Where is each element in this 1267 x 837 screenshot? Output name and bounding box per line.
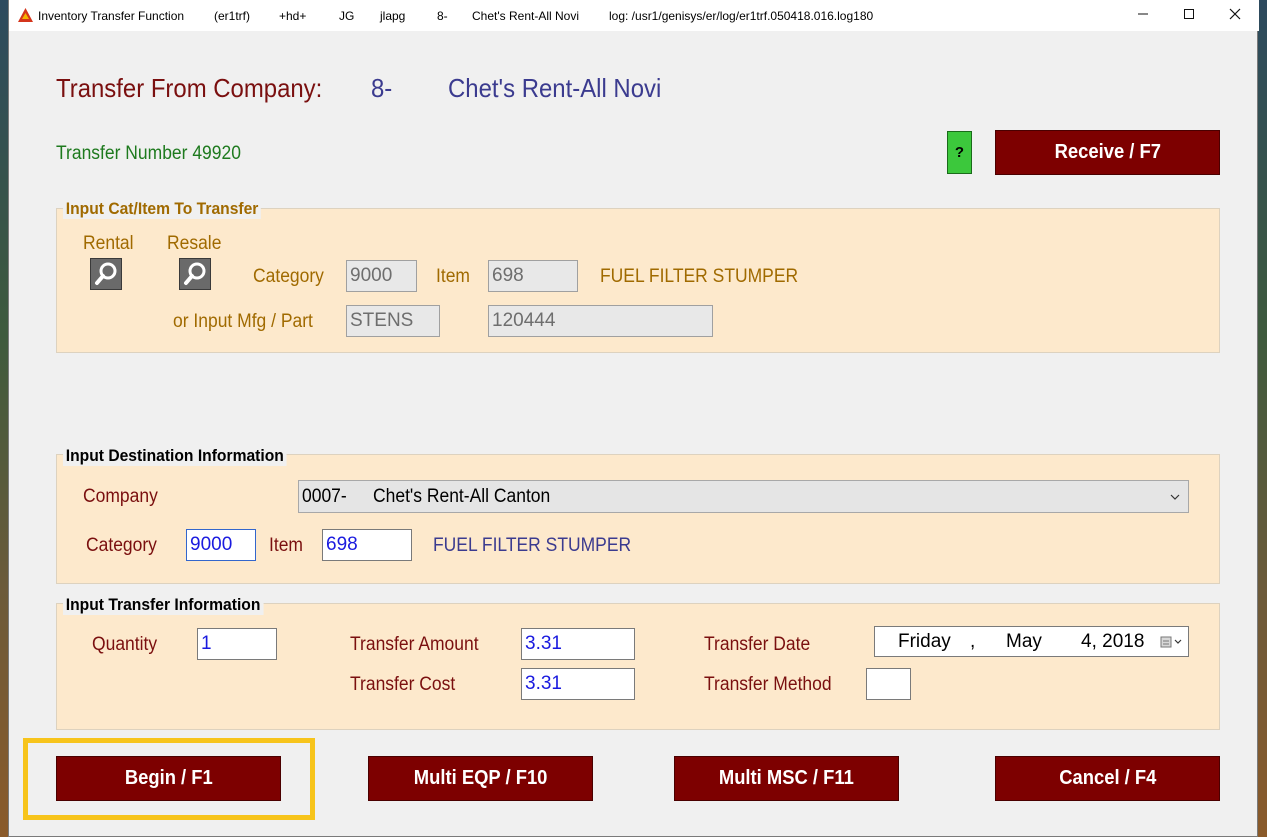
dest-item-label: Item [269, 535, 303, 556]
app-window: Inventory Transfer Function (er1trf) +hd… [8, 0, 1259, 837]
transfer-cost-input[interactable] [521, 668, 635, 700]
dest-company-select[interactable]: 0007- Chet's Rent-All Canton [298, 480, 1189, 513]
date-day-year: 4, 2018 [1081, 631, 1145, 652]
title-company-name: Chet's Rent-All Novi [472, 9, 579, 23]
part-input[interactable] [488, 305, 713, 337]
title-program: (er1trf) [214, 9, 250, 23]
calendar-dropdown-icon [1160, 636, 1182, 648]
title-host: jlapg [380, 9, 406, 23]
transfer-date-label: Transfer Date [704, 634, 811, 655]
close-icon [1229, 8, 1241, 20]
title-log-path: log: /usr1/genisys/er/log/er1trf.050418.… [609, 9, 874, 23]
dest-company-number: 0007- [302, 486, 347, 507]
cat-item-group-title: Input Cat/Item To Transfer [63, 199, 262, 219]
maximize-icon [1184, 9, 1194, 19]
date-month: May [1006, 631, 1042, 652]
help-button[interactable]: ? [947, 131, 972, 174]
dest-company-label: Company [83, 486, 158, 507]
rental-search-button[interactable] [90, 258, 122, 290]
title-user: JG [339, 9, 355, 23]
magnifier-icon [95, 262, 117, 285]
title-bar: Inventory Transfer Function (er1trf) +hd… [9, 0, 1259, 31]
minimize-button[interactable] [1120, 0, 1166, 31]
maximize-button[interactable] [1166, 0, 1212, 31]
item-description: FUEL FILTER STUMPER [600, 266, 799, 287]
transfer-from-label: Transfer From Company: [56, 73, 323, 103]
magnifier-icon [184, 262, 206, 285]
date-weekday: Friday [898, 631, 951, 652]
begin-button-highlight [23, 738, 315, 820]
category-input[interactable] [346, 260, 417, 292]
dest-item-description: FUEL FILTER STUMPER [433, 535, 632, 556]
from-company-name: Chet's Rent-All Novi [448, 73, 662, 103]
date-separator: , [970, 631, 976, 652]
dest-company-name: Chet's Rent-All Canton [373, 486, 551, 507]
cancel-button[interactable]: Cancel / F4 [995, 756, 1220, 801]
transfer-method-input[interactable] [866, 668, 911, 700]
mfg-input[interactable] [346, 305, 440, 337]
dest-category-label: Category [86, 535, 157, 556]
resale-search-button[interactable] [179, 258, 211, 290]
transfer-amount-input[interactable] [521, 628, 635, 660]
destination-group [56, 454, 1220, 584]
destination-group-title: Input Destination Information [63, 446, 287, 466]
quantity-label: Quantity [92, 634, 158, 655]
app-logo-icon [18, 8, 33, 22]
item-label: Item [436, 266, 470, 287]
chevron-down-icon [1170, 494, 1180, 500]
transfer-method-label: Transfer Method [704, 674, 832, 695]
rental-label: Rental [83, 233, 134, 254]
title-app-name: Inventory Transfer Function [38, 9, 185, 23]
from-company-number: 8- [371, 73, 393, 103]
transfer-date-picker[interactable]: Friday , May 4, 2018 [874, 626, 1189, 657]
transfer-amount-label: Transfer Amount [350, 634, 479, 655]
transfer-info-group-title: Input Transfer Information [63, 595, 264, 615]
minimize-icon [1138, 13, 1148, 15]
multi-msc-button[interactable]: Multi MSC / F11 [674, 756, 899, 801]
quantity-input[interactable] [197, 628, 277, 660]
item-input[interactable] [488, 260, 578, 292]
category-label: Category [253, 266, 324, 287]
dest-item-input[interactable] [322, 529, 412, 561]
dest-category-input[interactable] [186, 529, 256, 561]
title-company-no: 8- [437, 9, 448, 23]
transfer-info-group [56, 603, 1220, 730]
close-window-button[interactable] [1212, 0, 1258, 31]
receive-button[interactable]: Receive / F7 [995, 130, 1220, 175]
transfer-cost-label: Transfer Cost [350, 674, 456, 695]
resale-label: Resale [167, 233, 222, 254]
transfer-number: Transfer Number 49920 [56, 143, 241, 164]
multi-eqp-button[interactable]: Multi EQP / F10 [368, 756, 593, 801]
title-hd: +hd+ [279, 9, 307, 23]
mfg-part-label: or Input Mfg / Part [173, 311, 313, 332]
